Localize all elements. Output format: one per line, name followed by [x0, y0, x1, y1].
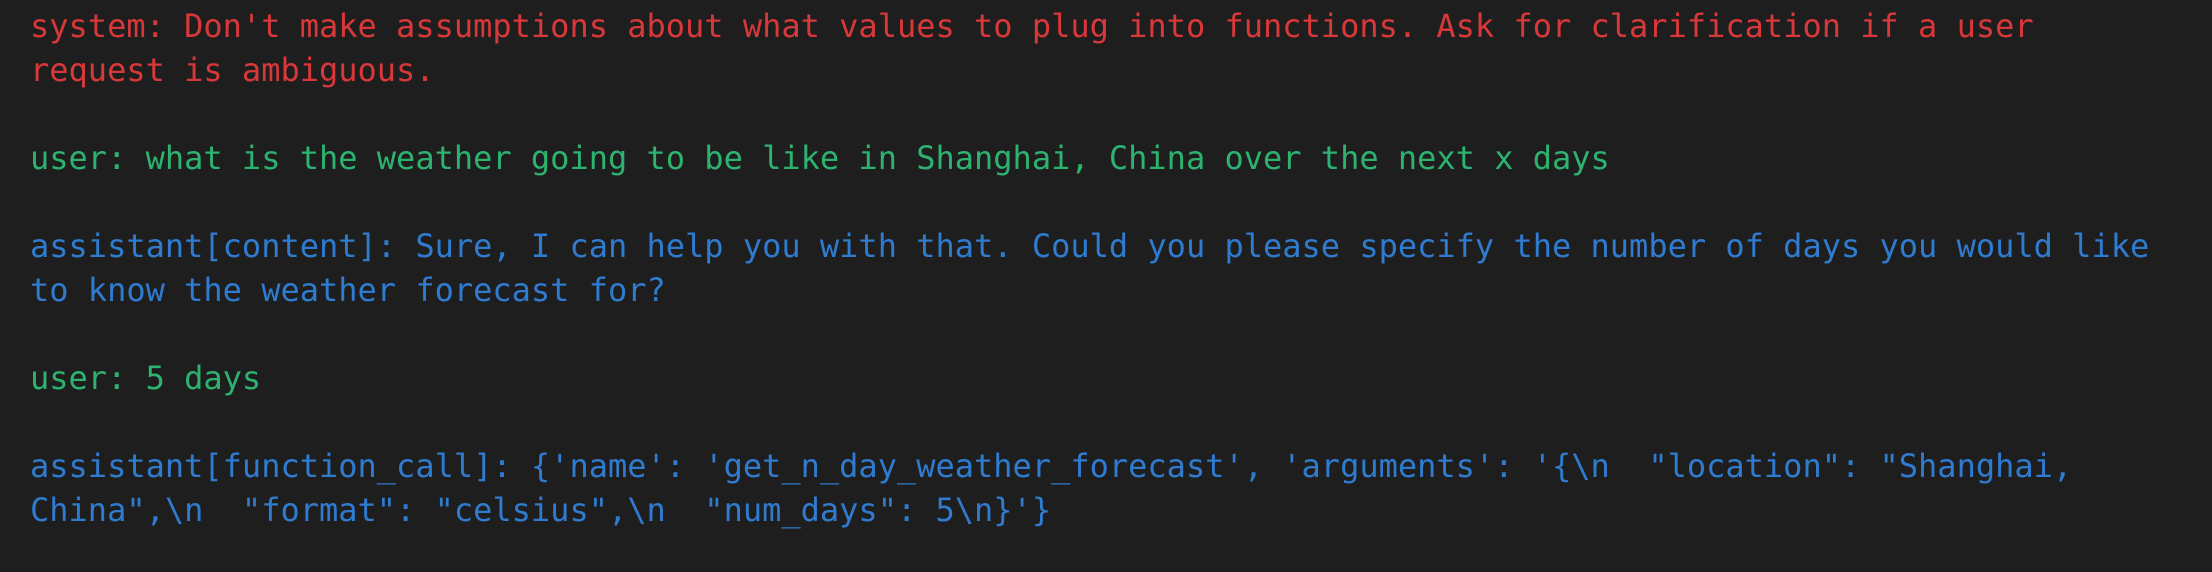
assistant-content-message: assistant[content]: Sure, I can help you…: [30, 227, 2169, 309]
system-message: system: Don't make assumptions about wha…: [30, 7, 2053, 89]
user-message: user: what is the weather going to be li…: [30, 139, 1610, 177]
terminal-output: system: Don't make assumptions about wha…: [0, 0, 2212, 572]
assistant-function-call-message: assistant[function_call]: {'name': 'get_…: [30, 447, 2092, 529]
user-message: user: 5 days: [30, 359, 262, 397]
